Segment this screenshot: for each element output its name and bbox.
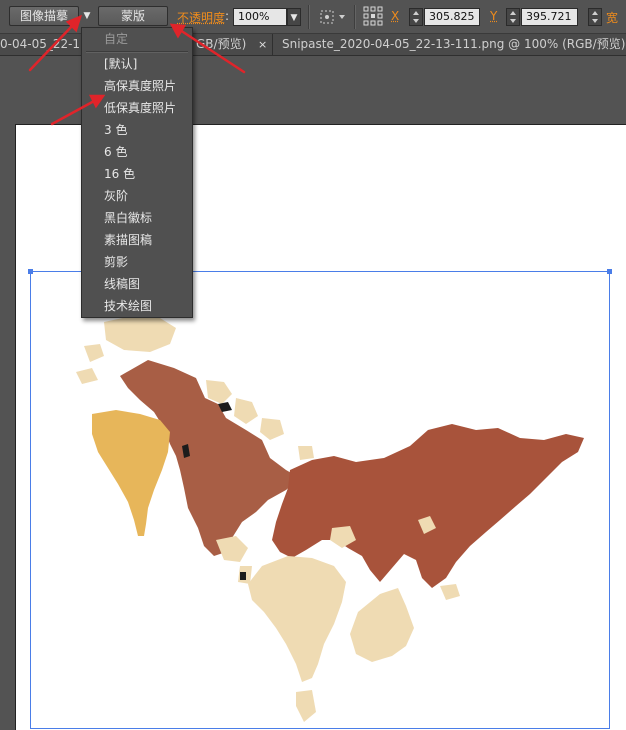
trace-preset-menu: 自定 [默认] 高保真度照片 低保真度照片 3 色 6 色 16 色 灰阶 黑白… — [81, 27, 193, 318]
menu-item-16-colors[interactable]: 16 色 — [104, 163, 135, 185]
menu-item-technical-drawing[interactable]: 技术绘图 — [104, 295, 152, 317]
resize-handle[interactable] — [607, 269, 612, 274]
resize-handle[interactable] — [28, 269, 33, 274]
menu-item-line-art[interactable]: 线稿图 — [104, 273, 140, 295]
menu-item-sketched-art[interactable]: 素描图稿 — [104, 229, 152, 251]
menu-item-grayscale[interactable]: 灰阶 — [104, 185, 128, 207]
menu-item-silhouettes[interactable]: 剪影 — [104, 251, 128, 273]
menu-item-low-fidelity-photo[interactable]: 低保真度照片 — [104, 97, 176, 119]
menu-header-custom: 自定 — [104, 32, 129, 46]
menu-item-3-colors[interactable]: 3 色 — [104, 119, 127, 141]
menu-item-high-fidelity-photo[interactable]: 高保真度照片 — [104, 75, 176, 97]
menu-item-black-white-logo[interactable]: 黑白徽标 — [104, 207, 152, 229]
menu-item-6-colors[interactable]: 6 色 — [104, 141, 127, 163]
selection-bounding-box[interactable] — [28, 269, 612, 729]
menu-item-default[interactable]: [默认] — [104, 53, 137, 75]
